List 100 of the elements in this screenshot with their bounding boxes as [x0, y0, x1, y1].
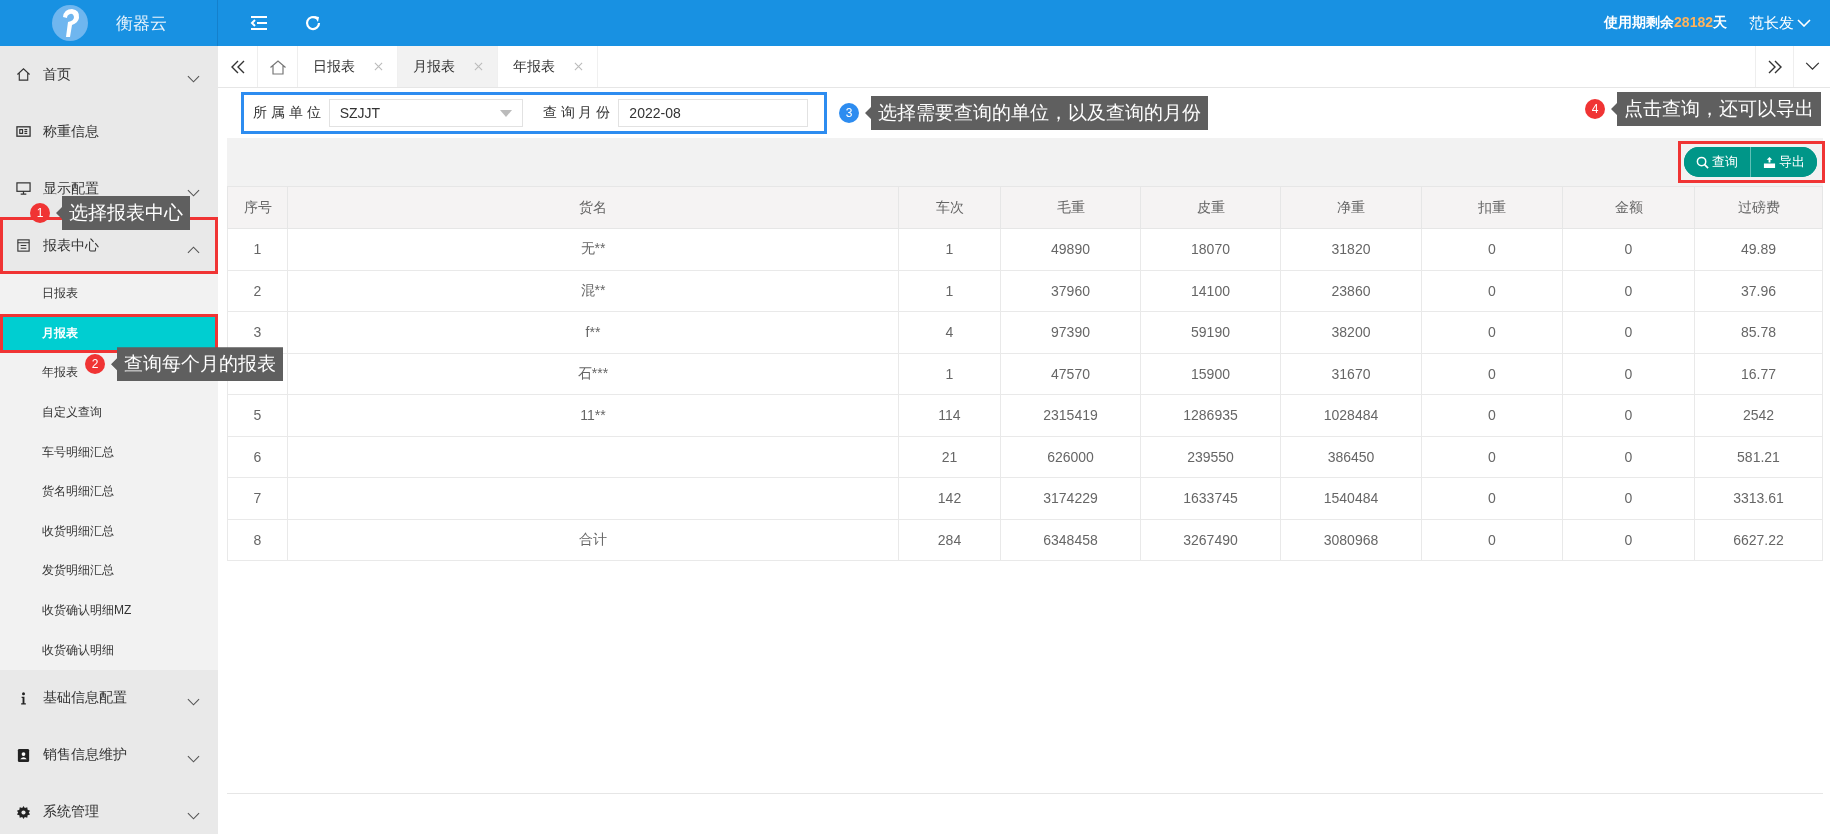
sidebar-item[interactable]: 首页 [0, 46, 218, 103]
sidebar-item-label: 系统管理 [43, 803, 100, 822]
table-cell: 37960 [1000, 270, 1141, 312]
step-badge: 4 [1585, 99, 1605, 119]
table-cell: 4 [898, 311, 1001, 353]
table-cell: 38200 [1280, 311, 1422, 353]
table-cell: 0 [1562, 311, 1695, 353]
sidebar-subitem-label: 收货明细汇总 [42, 522, 114, 540]
table-cell: 18070 [1140, 228, 1281, 270]
page-tab[interactable]: 月报表 [398, 46, 498, 87]
table-cell: 石*** [287, 353, 899, 395]
sidebar-subitem-label: 货名明细汇总 [42, 483, 114, 501]
table-cell: 284 [898, 519, 1001, 561]
close-icon[interactable] [474, 62, 483, 71]
column-header: 车次 [898, 186, 1001, 229]
table-cell: 239550 [1140, 436, 1281, 478]
home-icon [16, 67, 31, 82]
close-icon[interactable] [574, 62, 583, 71]
table-cell: 14100 [1140, 270, 1281, 312]
table-cell: 1286935 [1140, 394, 1281, 436]
table-cell: 无** [287, 228, 899, 270]
report-icon [16, 238, 31, 253]
table-cell: 0 [1421, 436, 1563, 478]
sidebar-subitem-label: 发货明细汇总 [42, 562, 114, 580]
sidebar-subitem-label: 日报表 [42, 285, 78, 303]
table-cell: 59190 [1140, 311, 1281, 353]
remaining-days-text: 使用期剩余28182天 [1604, 14, 1727, 32]
tab-label: 日报表 [313, 57, 355, 76]
export-button[interactable]: 导出 [1750, 147, 1817, 177]
step-badge: 1 [30, 203, 50, 223]
table-cell: 23860 [1280, 270, 1422, 312]
step-badge: 3 [839, 103, 859, 123]
chevron-icon [187, 812, 200, 821]
table-cell: 7 [227, 477, 288, 519]
sidebar-subitem-label: 月报表 [42, 324, 78, 342]
sidebar-item[interactable]: 销售信息维护 [0, 726, 218, 784]
table-cell: 0 [1421, 477, 1563, 519]
table-cell: 97390 [1000, 311, 1141, 353]
sidebar-item[interactable]: 基础信息配置 [0, 669, 218, 727]
table-cell: 1633745 [1140, 477, 1281, 519]
table-cell: 0 [1562, 477, 1695, 519]
month-field[interactable]: 2022-08 [618, 99, 809, 127]
table-cell: f** [287, 311, 899, 353]
sidebar-item[interactable]: 称重信息 [0, 103, 218, 160]
chevron-icon [187, 74, 200, 83]
annotation-tooltip: 查询每个月的报表 [111, 347, 283, 382]
table-cell: 0 [1562, 519, 1695, 561]
sidebar-subitem[interactable]: 自定义查询 [0, 392, 218, 433]
close-icon[interactable] [374, 62, 383, 71]
chevron-down-icon [1797, 19, 1811, 27]
table-cell: 0 [1562, 394, 1695, 436]
table-cell: 15900 [1140, 353, 1281, 395]
sidebar-item-label: 报表中心 [43, 236, 100, 255]
table-cell: 16.77 [1694, 353, 1823, 395]
table-cell: 混** [287, 270, 899, 312]
chevron-icon [187, 755, 200, 764]
column-header: 扣重 [1421, 186, 1563, 229]
table-cell: 1540484 [1280, 477, 1422, 519]
table-cell: 6 [227, 436, 288, 478]
table-cell: 0 [1562, 353, 1695, 395]
chevron-icon [187, 188, 200, 197]
sidebar-subitem-label: 车号明细汇总 [42, 443, 114, 461]
table-cell: 49890 [1000, 228, 1141, 270]
table-cell: 0 [1421, 353, 1563, 395]
sidebar-item[interactable]: 系统管理 [0, 783, 218, 834]
table-cell: 2542 [1694, 394, 1823, 436]
sidebar-subitem[interactable]: 收货确认明细 [0, 630, 218, 670]
sidebar-subitem[interactable]: 收货确认明细MZ [0, 590, 218, 631]
table-cell: 1 [227, 228, 288, 270]
sidebar-item-label: 称重信息 [43, 122, 100, 141]
sidebar-subitem[interactable]: 收货明细汇总 [0, 511, 218, 552]
dropdown-arrow-icon [499, 109, 512, 117]
contact-icon [16, 747, 31, 763]
unit-select[interactable]: SZJJT [328, 99, 523, 127]
annotation-tooltip: 选择需要查询的单位，以及查询的月份 [865, 96, 1208, 130]
table-cell: 合计 [287, 519, 899, 561]
sidebar-subitem[interactable]: 货名明细汇总 [0, 471, 218, 512]
sidebar-subitem[interactable]: 车号明细汇总 [0, 432, 218, 472]
table-cell: 0 [1562, 436, 1695, 478]
tab-label: 月报表 [413, 57, 455, 76]
column-header: 皮重 [1140, 186, 1281, 229]
table-cell: 3313.61 [1694, 477, 1823, 519]
sidebar-item-label: 销售信息维护 [43, 746, 128, 765]
sidebar-subitem[interactable]: 日报表 [0, 274, 218, 314]
table-cell: 1 [898, 353, 1001, 395]
unit-label: 所 属 单 位 [253, 104, 321, 122]
menu-icon[interactable] [250, 15, 268, 31]
table-cell: 3267490 [1140, 519, 1281, 561]
table-cell: 3174229 [1000, 477, 1141, 519]
annotation-tooltip: 点击查询，还可以导出 [1611, 92, 1821, 126]
search-icon [1696, 155, 1709, 169]
sidebar-subitem-label: 自定义查询 [42, 404, 102, 422]
table-cell: 0 [1562, 270, 1695, 312]
sidebar-subitem[interactable]: 发货明细汇总 [0, 551, 218, 591]
table-cell: 31670 [1280, 353, 1422, 395]
refresh-icon[interactable] [304, 14, 322, 32]
page-tab[interactable]: 年报表 [498, 46, 598, 87]
table-cell: 5 [227, 394, 288, 436]
table-cell: 47570 [1000, 353, 1141, 395]
table-cell: 21 [898, 436, 1001, 478]
